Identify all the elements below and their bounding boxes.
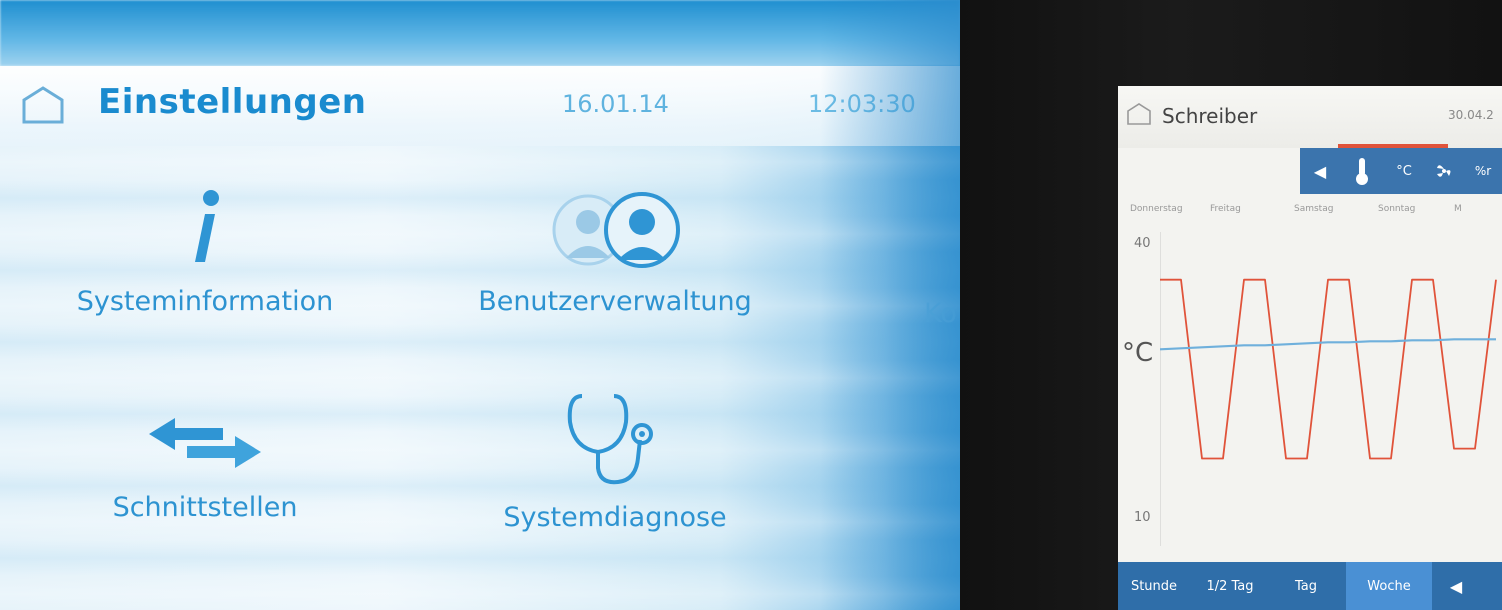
date-display: 16.01.14 [562, 90, 669, 118]
stethoscope-icon [567, 394, 653, 485]
tile-schnittstellen[interactable]: Schnittstellen [60, 408, 350, 523]
tile-systeminformation[interactable]: Systeminformation [60, 188, 350, 317]
tile-label: Systemdiagnose [503, 502, 727, 533]
arrows-exchange-icon [149, 418, 261, 468]
day-label: Freitag [1210, 204, 1241, 214]
y-tick-label: 40 [1134, 236, 1151, 251]
time-display: 12:03:30 [808, 90, 916, 118]
info-icon [195, 190, 219, 262]
unit-toolbar: ◀ °C %r [1300, 148, 1502, 194]
temperature-chart [1160, 232, 1497, 546]
tile-label: Systeminformation [76, 286, 334, 317]
y-tick-label: 10 [1134, 510, 1151, 525]
tile-label: Schnittstellen [112, 492, 298, 523]
day-label: Samstag [1294, 204, 1334, 214]
nav-woche[interactable]: Woche [1346, 562, 1432, 610]
thermometer-icon[interactable] [1340, 148, 1384, 194]
page-title: Schreiber [1162, 104, 1258, 128]
back-button[interactable]: ◀ [1300, 148, 1340, 194]
device-bezel: Schreiber 30.04.2 ◀ °C %r Donnerstag Fre… [960, 0, 1502, 610]
tile-benutzerverwaltung[interactable]: Benutzerverwaltung [470, 188, 760, 317]
setpoint-series-line [1160, 338, 1496, 351]
tile-label: Benutzerverwaltung [478, 286, 752, 317]
nav-stunde[interactable]: Stunde [1118, 562, 1190, 610]
day-labels: Donnerstag Freitag Samstag Sonntag M [1118, 204, 1502, 222]
temperature-series-line [1160, 278, 1497, 460]
fan-icon[interactable] [1424, 148, 1464, 194]
day-label: Donnerstag [1130, 204, 1183, 214]
day-label: Sonntag [1378, 204, 1416, 214]
nav-back-button[interactable]: ◀ [1436, 562, 1476, 610]
home-icon[interactable] [1126, 102, 1152, 126]
tile-systemdiagnose[interactable]: Systemdiagnose [470, 388, 760, 533]
page-title: Einstellungen [98, 82, 367, 122]
day-label: M [1454, 204, 1462, 214]
recorder-screen: Schreiber 30.04.2 ◀ °C %r Donnerstag Fre… [1118, 86, 1502, 610]
unit-humidity-button[interactable]: %r [1464, 148, 1502, 194]
settings-screen: Einstellungen 16.01.14 12:03:30 Systemin… [0, 0, 960, 610]
nav-halbtag[interactable]: 1/2 Tag [1190, 562, 1270, 610]
users-icon [552, 192, 680, 268]
y-axis-unit: °C [1122, 338, 1154, 368]
nav-tag[interactable]: Tag [1270, 562, 1342, 610]
tile-cut-off[interactable]: Ko [924, 298, 957, 329]
top-band [0, 0, 960, 66]
unit-celsius-button[interactable]: °C [1384, 148, 1424, 194]
time-range-nav: Stunde 1/2 Tag Tag Woche ◀ [1118, 562, 1502, 610]
home-icon[interactable] [20, 84, 66, 126]
date-display: 30.04.2 [1448, 108, 1494, 122]
